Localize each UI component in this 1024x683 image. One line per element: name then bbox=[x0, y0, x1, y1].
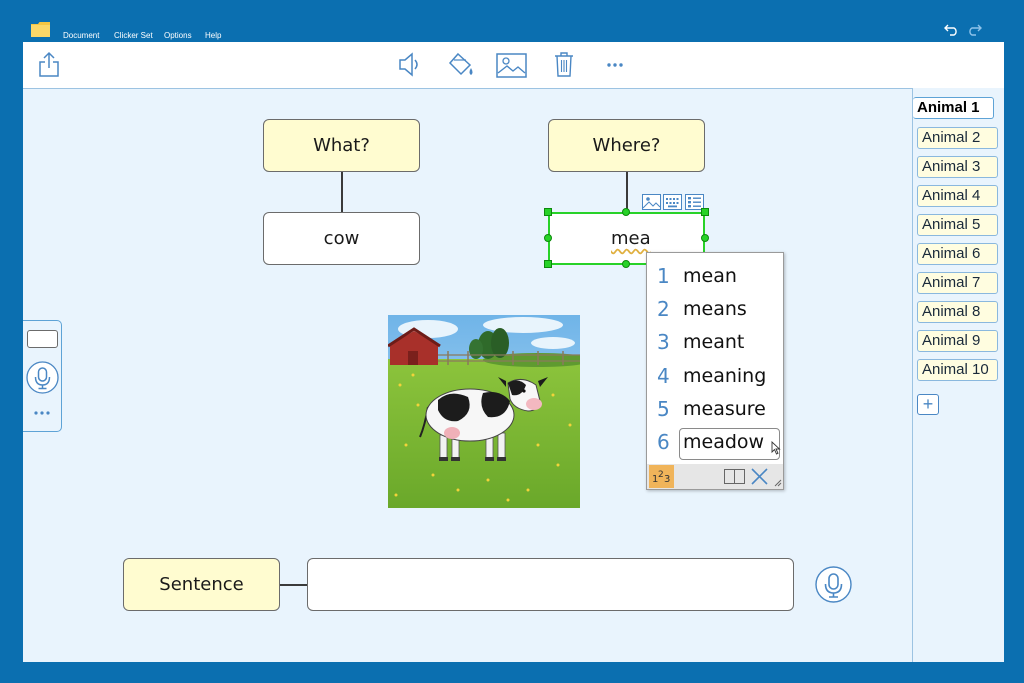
prediction-number: 3 bbox=[657, 330, 670, 354]
more-icon[interactable] bbox=[606, 62, 624, 68]
resize-handle-tl[interactable] bbox=[544, 208, 552, 216]
prediction-number: 1 bbox=[657, 264, 670, 288]
resize-handle-left[interactable] bbox=[544, 234, 552, 242]
split-view-icon[interactable] bbox=[724, 469, 745, 484]
tab-animal-3[interactable]: Animal 3 bbox=[917, 156, 998, 178]
prediction-number: 5 bbox=[657, 397, 670, 421]
tab-animal-2[interactable]: Animal 2 bbox=[917, 127, 998, 149]
prediction-item[interactable]: 1 mean bbox=[647, 261, 783, 293]
menu-help[interactable]: Help bbox=[205, 31, 221, 40]
tab-animal-7[interactable]: Animal 7 bbox=[917, 272, 998, 294]
prediction-item-selected[interactable]: 6 meadow bbox=[647, 427, 783, 460]
resize-grip-icon[interactable] bbox=[774, 479, 782, 487]
sentence-field[interactable] bbox=[307, 558, 794, 611]
word-prediction-popup: 1 mean 2 means 3 meant 4 meaning 5 measu… bbox=[646, 252, 784, 490]
close-icon[interactable] bbox=[750, 467, 769, 486]
tab-animal-8[interactable]: Animal 8 bbox=[917, 301, 998, 323]
tab-animal-5[interactable]: Animal 5 bbox=[917, 214, 998, 236]
tab-animal-10[interactable]: Animal 10 bbox=[917, 359, 998, 381]
left-tools-panel bbox=[23, 320, 62, 432]
box-keyboard-icon[interactable] bbox=[663, 194, 682, 210]
toolbar bbox=[23, 42, 1004, 88]
prediction-word: means bbox=[683, 298, 747, 320]
undo-icon[interactable] bbox=[944, 22, 960, 36]
prediction-number: 2 bbox=[657, 297, 670, 321]
microphone-icon[interactable] bbox=[26, 361, 59, 394]
where-connector bbox=[626, 172, 628, 212]
prediction-number: 4 bbox=[657, 364, 670, 388]
resize-handle-top[interactable] bbox=[622, 208, 630, 216]
prediction-word: measure bbox=[683, 398, 766, 420]
sentence-prompt-box[interactable]: Sentence bbox=[123, 558, 280, 611]
tab-animal-1[interactable]: Animal 1 bbox=[913, 97, 994, 119]
share-icon[interactable] bbox=[38, 51, 60, 78]
resize-handle-right[interactable] bbox=[701, 234, 709, 242]
resize-handle-bottom[interactable] bbox=[622, 260, 630, 268]
prediction-item[interactable]: 5 measure bbox=[647, 394, 783, 426]
add-tab-button[interactable]: + bbox=[917, 394, 939, 415]
panel-more-icon[interactable] bbox=[33, 410, 51, 416]
add-box-button[interactable] bbox=[27, 330, 58, 348]
where-answer-text: mea bbox=[611, 228, 651, 249]
speaker-icon[interactable] bbox=[398, 51, 422, 78]
prediction-number: 6 bbox=[657, 430, 670, 454]
sentence-microphone-icon[interactable] bbox=[815, 566, 852, 603]
prediction-word: meadow bbox=[683, 431, 765, 453]
what-connector bbox=[341, 172, 343, 212]
mouse-cursor-icon bbox=[771, 441, 781, 455]
what-prompt-box[interactable]: What? bbox=[263, 119, 420, 172]
where-prompt-box[interactable]: Where? bbox=[548, 119, 705, 172]
cow-in-meadow-picture[interactable] bbox=[388, 315, 580, 508]
sentence-connector bbox=[280, 584, 308, 586]
prediction-item[interactable]: 2 means bbox=[647, 294, 783, 326]
menu-document[interactable]: Document bbox=[63, 31, 99, 40]
trash-icon[interactable] bbox=[553, 51, 575, 78]
numbered-prediction-icon[interactable]: 1 2 3 bbox=[649, 465, 674, 488]
prediction-word: meaning bbox=[683, 365, 767, 387]
box-picture-icon[interactable] bbox=[642, 194, 661, 210]
tab-animal-9[interactable]: Animal 9 bbox=[917, 330, 998, 352]
tab-animal-4[interactable]: Animal 4 bbox=[917, 185, 998, 207]
menu-options[interactable]: Options bbox=[164, 31, 192, 40]
svg-text:2: 2 bbox=[658, 470, 664, 480]
tab-animal-6[interactable]: Animal 6 bbox=[917, 243, 998, 265]
prediction-item[interactable]: 4 meaning bbox=[647, 361, 783, 393]
title-bar: Document Clicker Set Options Help bbox=[0, 0, 1024, 42]
prediction-word: mean bbox=[683, 265, 737, 287]
fill-icon[interactable] bbox=[446, 51, 476, 78]
prediction-word: meant bbox=[683, 331, 745, 353]
prediction-toolbar: 1 2 3 bbox=[647, 464, 783, 489]
folder-icon[interactable] bbox=[31, 22, 50, 37]
svg-text:3: 3 bbox=[664, 474, 670, 485]
menu-clicker-set[interactable]: Clicker Set bbox=[114, 31, 153, 40]
picture-icon[interactable] bbox=[496, 53, 527, 78]
resize-handle-tr[interactable] bbox=[701, 208, 709, 216]
what-answer-box[interactable]: cow bbox=[263, 212, 420, 265]
resize-handle-bl[interactable] bbox=[544, 260, 552, 268]
prediction-item[interactable]: 3 meant bbox=[647, 327, 783, 359]
redo-icon[interactable] bbox=[966, 22, 982, 36]
